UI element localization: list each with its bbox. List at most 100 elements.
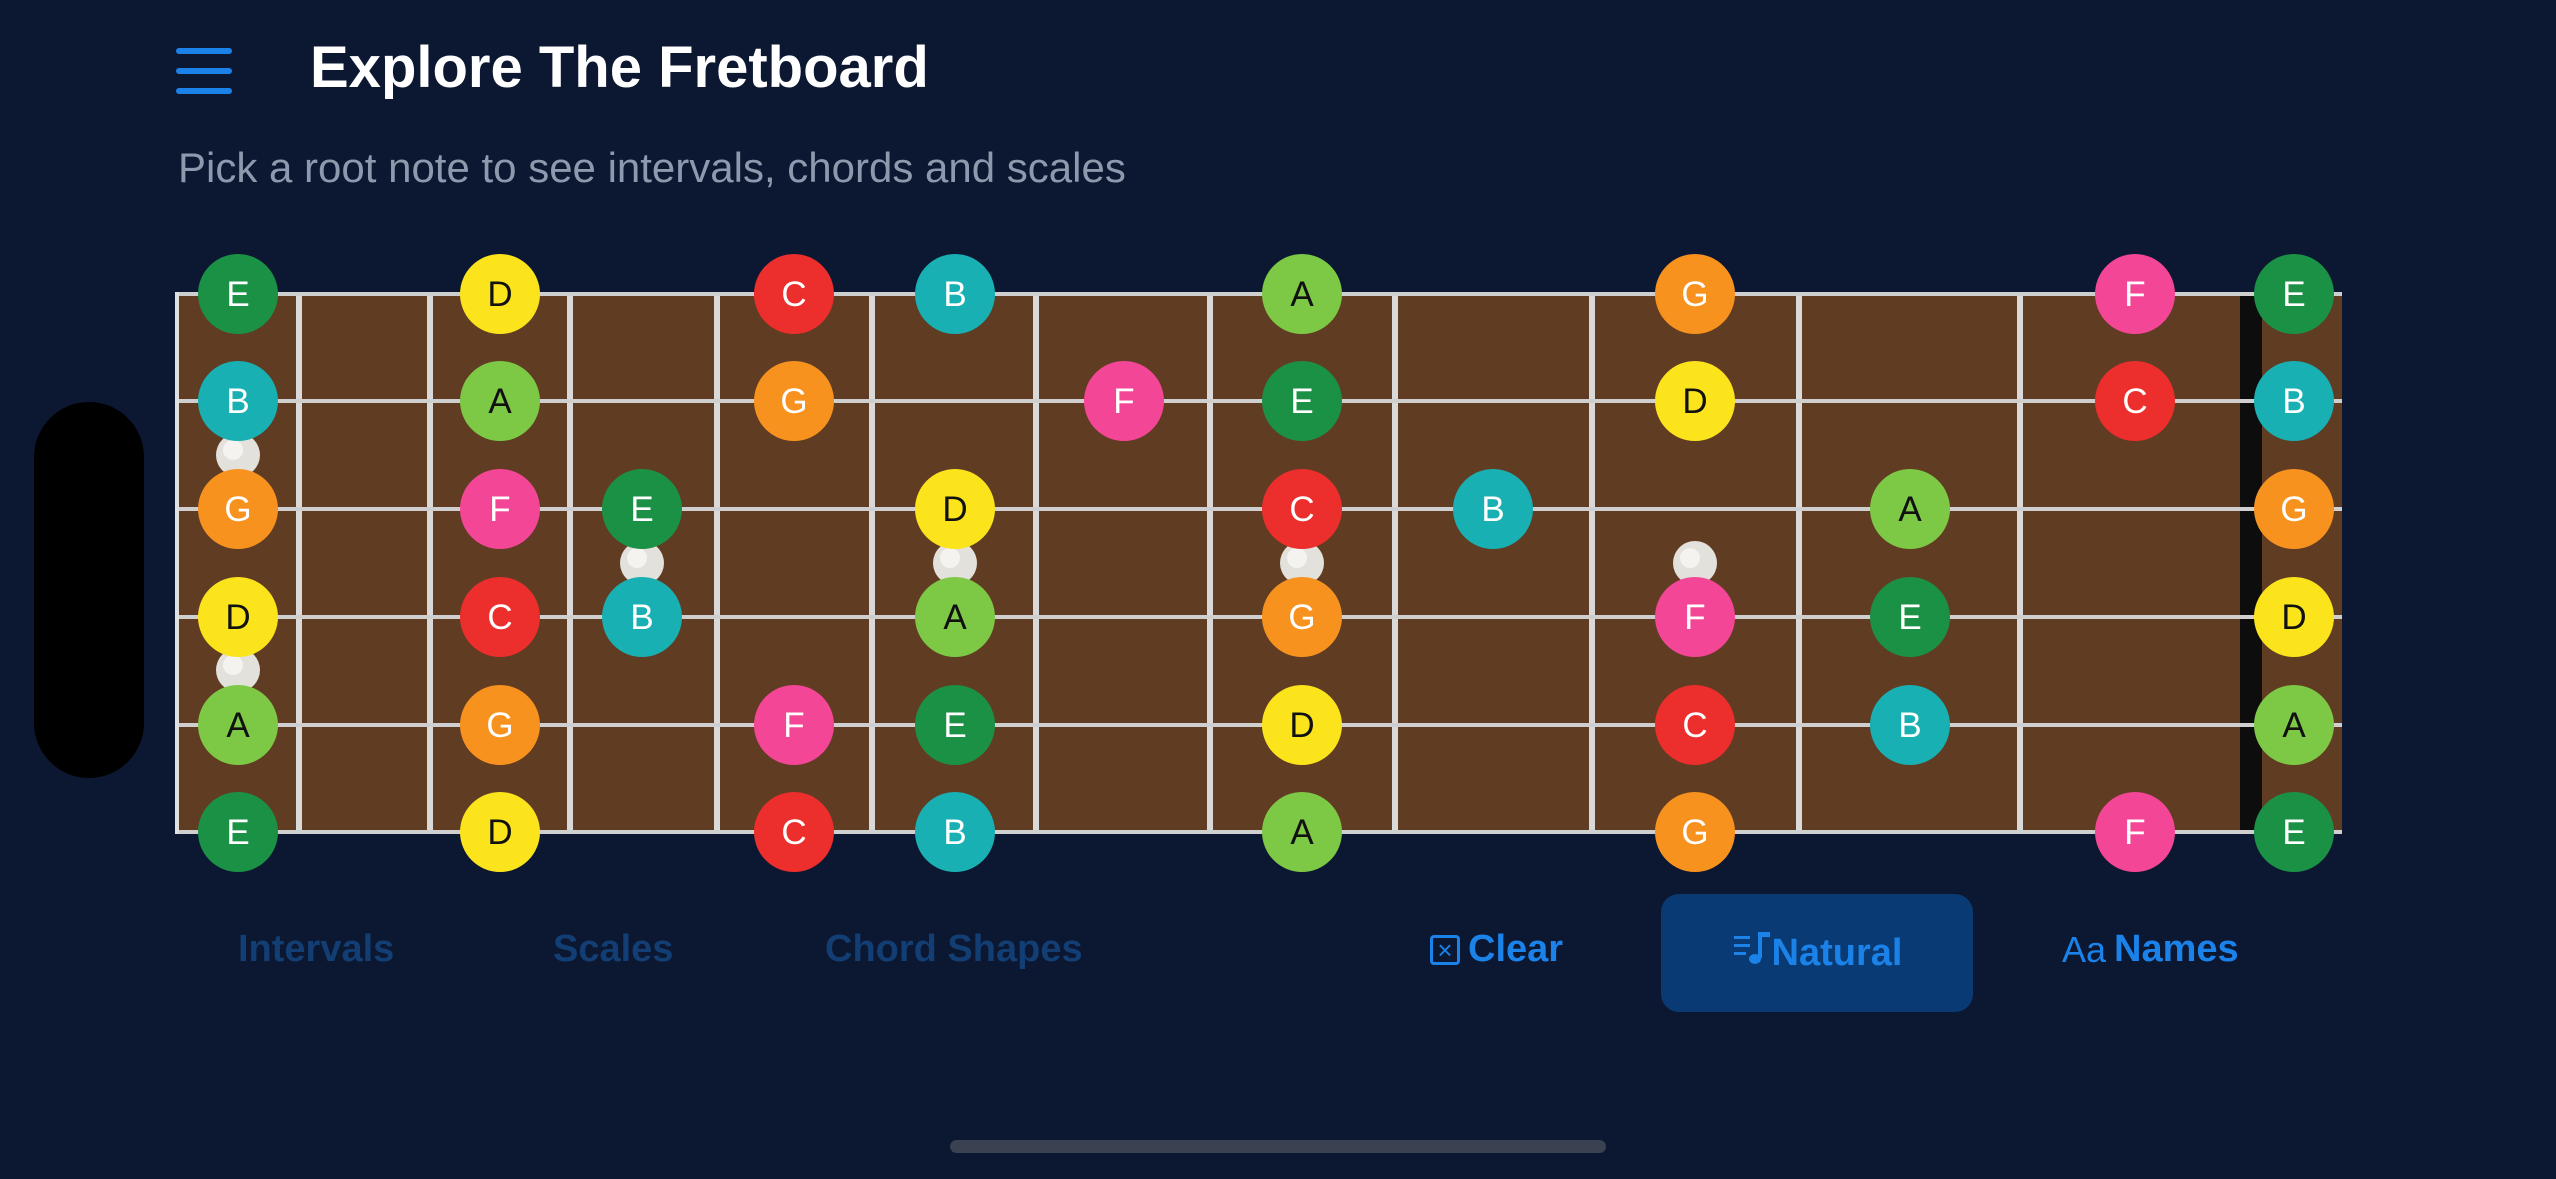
- note-A-string-6[interactable]: A: [1262, 792, 1342, 872]
- note-G-string-1[interactable]: G: [1655, 254, 1735, 334]
- clear-button[interactable]: × Clear: [1430, 928, 1563, 971]
- note-F-string-4[interactable]: F: [1655, 577, 1735, 657]
- note-label: B: [1898, 706, 1921, 745]
- note-label: G: [780, 382, 807, 421]
- note-E-string-6[interactable]: E: [198, 792, 278, 872]
- note-A-string-5[interactable]: A: [2254, 685, 2334, 765]
- note-label: C: [1289, 490, 1314, 529]
- note-B-string-2[interactable]: B: [2254, 361, 2334, 441]
- note-label: G: [1681, 813, 1708, 852]
- fret-marker-shine: [940, 548, 960, 568]
- note-B-string-5[interactable]: B: [1870, 685, 1950, 765]
- note-label: C: [1682, 706, 1707, 745]
- note-G-string-6[interactable]: G: [1655, 792, 1735, 872]
- note-F-string-1[interactable]: F: [2095, 254, 2175, 334]
- note-C-string-2[interactable]: C: [2095, 361, 2175, 441]
- note-B-string-6[interactable]: B: [915, 792, 995, 872]
- fret-marker-shine: [627, 548, 647, 568]
- note-label: A: [1290, 275, 1314, 314]
- note-E-string-3[interactable]: E: [602, 469, 682, 549]
- natural-button[interactable]: Natural: [1661, 894, 1973, 1012]
- note-C-string-4[interactable]: C: [460, 577, 540, 657]
- fretboard[interactable]: E D C B A G F E B A G F E D C B G F E D C B A G D C B A G F E D A G F E D C B A…: [0, 0, 2556, 900]
- note-label: G: [224, 490, 251, 529]
- note-label: E: [630, 490, 653, 529]
- note-A-string-2[interactable]: A: [460, 361, 540, 441]
- note-label: D: [1289, 706, 1314, 745]
- fret-3: [567, 292, 573, 834]
- note-C-string-6[interactable]: C: [754, 792, 834, 872]
- fret-2: [427, 292, 433, 834]
- note-label: E: [1290, 382, 1313, 421]
- note-label: A: [488, 382, 512, 421]
- note-B-string-3[interactable]: B: [1453, 469, 1533, 549]
- note-E-string-5[interactable]: E: [915, 685, 995, 765]
- note-G-string-3[interactable]: G: [2254, 469, 2334, 549]
- note-D-string-3[interactable]: D: [915, 469, 995, 549]
- note-F-string-2[interactable]: F: [1084, 361, 1164, 441]
- fret-11: [2017, 292, 2023, 834]
- note-E-string-2[interactable]: E: [1262, 361, 1342, 441]
- note-B-string-1[interactable]: B: [915, 254, 995, 334]
- clear-box-icon: ×: [1430, 934, 1460, 965]
- note-G-string-4[interactable]: G: [1262, 577, 1342, 657]
- note-G-string-5[interactable]: G: [460, 685, 540, 765]
- note-E-string-6[interactable]: E: [2254, 792, 2334, 872]
- note-A-string-5[interactable]: A: [198, 685, 278, 765]
- tab-intervals[interactable]: Intervals: [238, 928, 394, 971]
- note-label: G: [1681, 275, 1708, 314]
- note-G-string-2[interactable]: G: [754, 361, 834, 441]
- note-label: E: [226, 813, 249, 852]
- note-label: G: [486, 706, 513, 745]
- note-label: D: [1682, 382, 1707, 421]
- fret-1: [296, 292, 302, 834]
- note-C-string-1[interactable]: C: [754, 254, 834, 334]
- note-label: F: [1684, 598, 1705, 637]
- note-label: D: [225, 598, 250, 637]
- note-F-string-5[interactable]: F: [754, 685, 834, 765]
- note-E-string-4[interactable]: E: [1870, 577, 1950, 657]
- tab-chord-shapes[interactable]: Chord Shapes: [825, 928, 1083, 971]
- note-B-string-2[interactable]: B: [198, 361, 278, 441]
- fret-marker-shine: [223, 655, 243, 675]
- note-label: F: [2124, 813, 2145, 852]
- note-label: F: [1113, 382, 1134, 421]
- note-label: E: [226, 275, 249, 314]
- note-F-string-3[interactable]: F: [460, 469, 540, 549]
- note-G-string-3[interactable]: G: [198, 469, 278, 549]
- note-A-string-4[interactable]: A: [915, 577, 995, 657]
- note-A-string-3[interactable]: A: [1870, 469, 1950, 549]
- note-label: B: [2282, 382, 2305, 421]
- note-E-string-1[interactable]: E: [198, 254, 278, 334]
- note-C-string-3[interactable]: C: [1262, 469, 1342, 549]
- note-F-string-6[interactable]: F: [2095, 792, 2175, 872]
- fret-10: [1796, 292, 1802, 834]
- note-label: G: [2280, 490, 2307, 529]
- note-D-string-5[interactable]: D: [1262, 685, 1342, 765]
- fret-4: [714, 292, 720, 834]
- note-label: B: [226, 382, 249, 421]
- note-label: C: [781, 275, 806, 314]
- note-D-string-6[interactable]: D: [460, 792, 540, 872]
- note-B-string-4[interactable]: B: [602, 577, 682, 657]
- tab-scales[interactable]: Scales: [553, 928, 673, 971]
- note-D-string-4[interactable]: D: [198, 577, 278, 657]
- note-D-string-4[interactable]: D: [2254, 577, 2334, 657]
- fret-marker-shine: [1287, 548, 1307, 568]
- home-indicator: [950, 1140, 1606, 1153]
- note-E-string-1[interactable]: E: [2254, 254, 2334, 334]
- note-label: D: [942, 490, 967, 529]
- note-label: C: [487, 598, 512, 637]
- clear-label: Clear: [1468, 928, 1564, 970]
- note-A-string-1[interactable]: A: [1262, 254, 1342, 334]
- note-label: E: [1898, 598, 1921, 637]
- note-D-string-1[interactable]: D: [460, 254, 540, 334]
- fret-9: [1589, 292, 1595, 834]
- fret-marker-shine: [223, 440, 243, 460]
- note-label: E: [2282, 275, 2305, 314]
- text-size-icon: Aa: [2062, 928, 2107, 970]
- names-button[interactable]: Aa Names: [2062, 928, 2239, 971]
- note-label: A: [943, 598, 967, 637]
- note-D-string-2[interactable]: D: [1655, 361, 1735, 441]
- note-C-string-5[interactable]: C: [1655, 685, 1735, 765]
